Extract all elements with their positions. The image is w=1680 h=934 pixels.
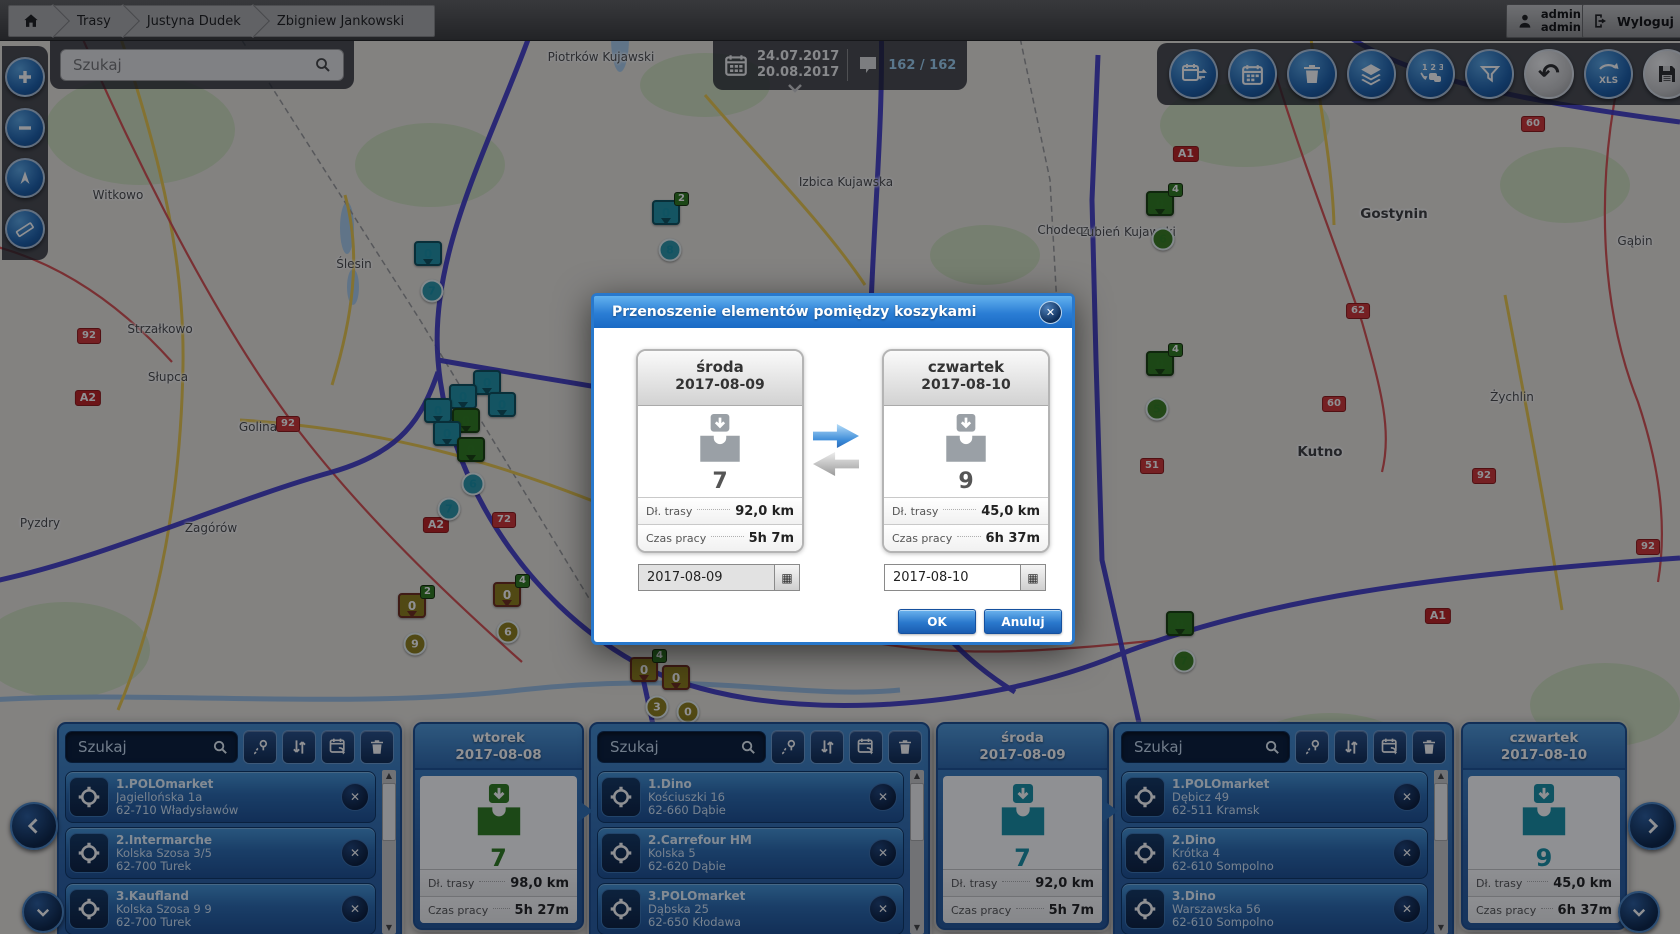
ok-button[interactable]: OK (898, 609, 976, 634)
route-length-row: Dł. trasy45,0 km (884, 497, 1048, 524)
source-basket-card: środa 2017-08-09 7 Dł. trasy92,0 km Czas… (636, 349, 804, 553)
target-date-field[interactable]: 2017-08-10 ▦ (884, 564, 1046, 591)
target-date: 2017-08-10 (884, 376, 1048, 394)
target-count: 9 (958, 469, 973, 494)
cancel-button[interactable]: Anuluj (984, 609, 1062, 634)
basket-icon (941, 414, 991, 468)
source-day: środa (638, 358, 802, 376)
target-day: czwartek (884, 358, 1048, 376)
source-date: 2017-08-09 (638, 376, 802, 394)
source-basket-header: środa 2017-08-09 (638, 351, 802, 406)
target-date-value: 2017-08-10 (885, 565, 1020, 590)
route-length-row: Dł. trasy92,0 km (638, 497, 802, 524)
source-date-field[interactable]: 2017-08-09 ▦ (638, 564, 800, 591)
move-left-arrow-icon[interactable] (813, 452, 859, 476)
date-picker-button[interactable]: ▦ (1020, 565, 1045, 590)
target-basket-card: czwartek 2017-08-10 9 Dł. trasy45,0 km C… (882, 349, 1050, 553)
source-count: 7 (712, 469, 727, 494)
move-items-dialog: Przenoszenie elementów pomiędzy koszykam… (591, 293, 1075, 645)
work-time-row: Czas pracy6h 37m (884, 524, 1048, 551)
swap-direction-arrows[interactable] (813, 424, 865, 476)
work-time-row: Czas pracy5h 7m (638, 524, 802, 551)
target-basket-header: czwartek 2017-08-10 (884, 351, 1048, 406)
date-picker-button[interactable]: ▦ (774, 565, 799, 590)
dialog-title: Przenoszenie elementów pomiędzy koszykam… (612, 304, 1039, 320)
close-dialog-button[interactable]: ✕ (1039, 301, 1062, 324)
app-screen: Piotrków KujawskiIzbica KujawskaChodeczL… (0, 0, 1680, 934)
dialog-header: Przenoszenie elementów pomiędzy koszykam… (594, 296, 1072, 328)
source-date-value: 2017-08-09 (639, 565, 774, 590)
move-right-arrow-icon[interactable] (813, 424, 859, 448)
basket-icon (695, 414, 745, 468)
